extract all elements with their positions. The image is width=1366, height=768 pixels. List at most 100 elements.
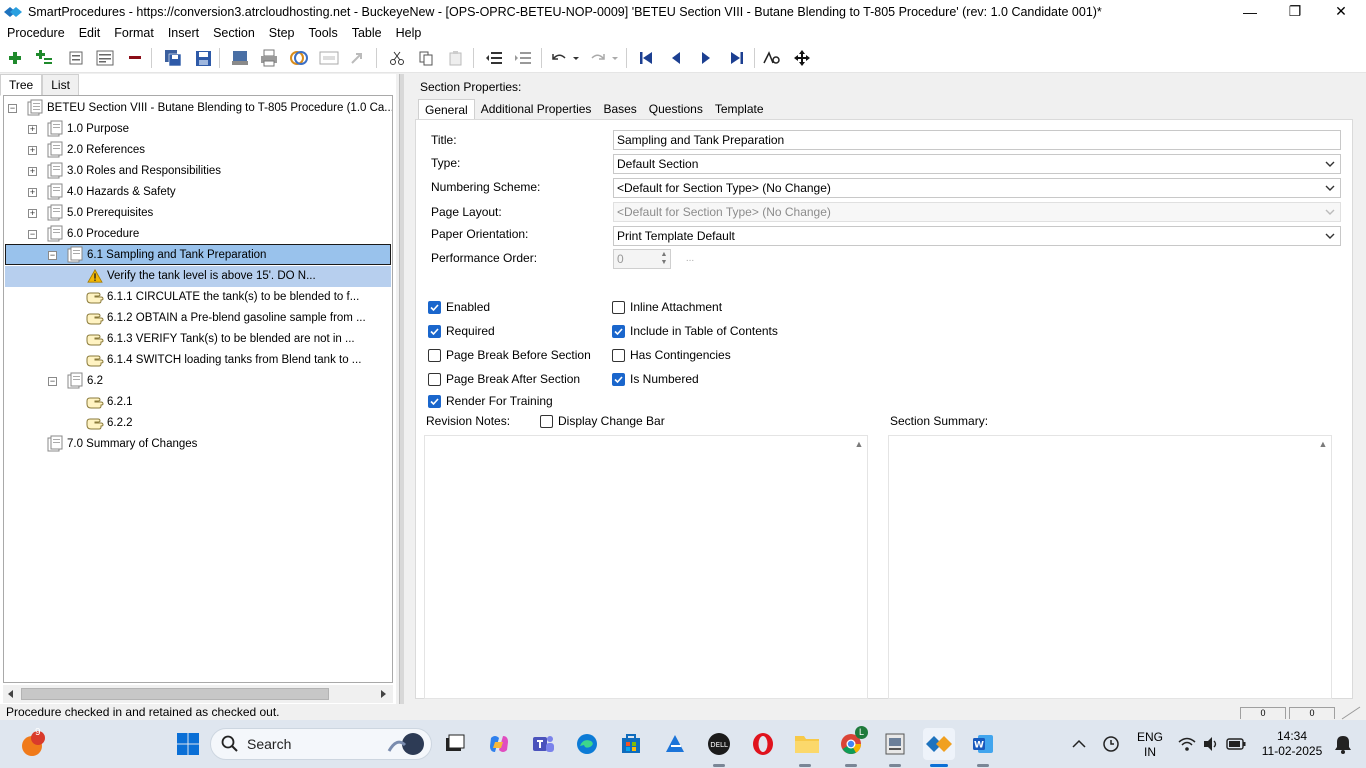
render-for-training-checkbox[interactable]: Render For Training xyxy=(428,394,553,408)
word-icon[interactable]: W xyxy=(967,728,999,760)
minimize-button[interactable]: — xyxy=(1227,0,1273,23)
widgets-icon[interactable]: 9 xyxy=(16,727,48,760)
file-explorer-icon[interactable] xyxy=(791,728,823,760)
inline-attachment-checkbox[interactable]: Inline Attachment xyxy=(612,300,722,314)
collapse-icon[interactable]: − xyxy=(48,250,57,260)
spin-up-icon[interactable]: ▲ xyxy=(659,251,669,259)
notification-center-icon[interactable] xyxy=(1334,734,1352,754)
smartprocedures-taskbar-icon[interactable] xyxy=(923,728,955,760)
tab-bases[interactable]: Bases xyxy=(597,99,642,120)
tree-item-selected[interactable]: − 6.1 Sampling and Tank Preparation xyxy=(48,245,266,265)
copilot-icon[interactable] xyxy=(483,728,515,760)
cut-icon[interactable] xyxy=(386,47,408,69)
tree-item[interactable]: 6.2.2 xyxy=(86,413,133,433)
menu-edit[interactable]: Edit xyxy=(72,26,108,40)
menu-procedure[interactable]: Procedure xyxy=(0,26,72,40)
last-icon[interactable] xyxy=(726,47,748,69)
wifi-icon[interactable] xyxy=(1178,736,1196,752)
restore-button[interactable]: ❐ xyxy=(1272,0,1318,23)
section-summary-textarea[interactable]: ▲ xyxy=(888,435,1332,699)
volume-icon[interactable] xyxy=(1202,736,1220,752)
dell-icon[interactable]: DELL xyxy=(703,728,735,760)
form-icon[interactable] xyxy=(318,47,340,69)
undo-icon[interactable] xyxy=(549,47,581,69)
menu-tools[interactable]: Tools xyxy=(302,26,345,40)
tree-item[interactable]: 6.1.3 VERIFY Tank(s) to be blended are n… xyxy=(86,329,355,349)
azure-icon[interactable] xyxy=(659,728,691,760)
tab-list[interactable]: List xyxy=(42,74,79,96)
collapse-icon[interactable]: − xyxy=(8,103,17,113)
tree-item[interactable]: 6.2.1 xyxy=(86,392,133,412)
page-break-after-checkbox[interactable]: Page Break After Section xyxy=(428,372,580,386)
scroll-up-icon[interactable]: ▲ xyxy=(1315,436,1331,452)
menu-insert[interactable]: Insert xyxy=(161,26,206,40)
sync-icon[interactable] xyxy=(1101,735,1121,753)
teams-icon[interactable] xyxy=(527,728,559,760)
expand-icon[interactable]: + xyxy=(28,187,37,197)
move-icon[interactable] xyxy=(791,47,813,69)
page-break-before-checkbox[interactable]: Page Break Before Section xyxy=(428,348,591,362)
tab-questions[interactable]: Questions xyxy=(643,99,709,120)
menu-format[interactable]: Format xyxy=(107,26,161,40)
outdent-icon[interactable] xyxy=(483,47,505,69)
save-all-icon[interactable] xyxy=(162,47,184,69)
battery-icon[interactable] xyxy=(1226,738,1246,750)
previous-icon[interactable] xyxy=(665,47,687,69)
task-view-icon[interactable] xyxy=(438,728,470,760)
list-detail-icon[interactable] xyxy=(94,47,116,69)
tree-item[interactable]: 6.1.1 CIRCULATE the tank(s) to be blende… xyxy=(86,287,359,307)
chrome-icon[interactable]: L xyxy=(835,726,868,760)
copy-icon[interactable] xyxy=(415,47,437,69)
tree-item[interactable]: + 4.0 Hazards & Safety xyxy=(28,182,176,202)
expand-icon[interactable]: + xyxy=(28,124,37,134)
required-checkbox[interactable]: Required xyxy=(428,324,495,338)
include-toc-checkbox[interactable]: Include in Table of Contents xyxy=(612,324,778,338)
print-icon[interactable] xyxy=(258,47,280,69)
taskbar-search[interactable]: Search xyxy=(210,728,432,760)
collapse-icon[interactable]: − xyxy=(28,229,37,239)
opera-icon[interactable] xyxy=(747,728,779,760)
close-button[interactable]: ✕ xyxy=(1318,0,1364,23)
menu-section[interactable]: Section xyxy=(206,26,262,40)
find-icon[interactable] xyxy=(761,47,783,69)
save-icon[interactable] xyxy=(192,47,214,69)
language-indicator[interactable]: ENG IN xyxy=(1134,730,1166,760)
tab-additional-properties[interactable]: Additional Properties xyxy=(475,99,598,120)
tree-item[interactable]: + 1.0 Purpose xyxy=(28,119,129,139)
tree-item[interactable]: + 3.0 Roles and Responsibilities xyxy=(28,161,221,181)
tree-item[interactable]: + 2.0 References xyxy=(28,140,145,160)
redo-icon[interactable] xyxy=(588,47,620,69)
display-change-bar-checkbox[interactable]: Display Change Bar xyxy=(540,414,665,428)
scrollbar-thumb[interactable] xyxy=(21,688,329,700)
paste-icon[interactable] xyxy=(445,47,467,69)
tab-tree[interactable]: Tree xyxy=(0,74,43,96)
menu-help[interactable]: Help xyxy=(389,26,429,40)
menu-step[interactable]: Step xyxy=(262,26,302,40)
type-select[interactable]: Default Section xyxy=(613,154,1341,174)
resize-grip-icon[interactable] xyxy=(1340,706,1362,720)
tray-chevron-up-icon[interactable] xyxy=(1072,739,1086,749)
browse-button[interactable]: ... xyxy=(681,253,699,267)
tree-root[interactable]: − BETEU Section VIII - Butane Blending t… xyxy=(8,98,392,118)
tree-item[interactable]: − 6.2 xyxy=(48,371,103,391)
spin-down-icon[interactable]: ▼ xyxy=(659,259,669,267)
expand-icon[interactable]: + xyxy=(28,208,37,218)
add-child-icon[interactable] xyxy=(33,47,55,69)
remote-desktop-icon[interactable] xyxy=(879,728,911,760)
checkin-icon[interactable] xyxy=(229,47,251,69)
redirect-icon[interactable] xyxy=(347,47,369,69)
next-icon[interactable] xyxy=(695,47,717,69)
add-icon[interactable] xyxy=(4,47,26,69)
horizontal-scrollbar[interactable] xyxy=(3,685,393,703)
start-icon[interactable] xyxy=(172,728,204,760)
clock[interactable]: 14:34 11-02-2025 xyxy=(1254,729,1330,759)
store-icon[interactable] xyxy=(615,728,647,760)
remove-icon[interactable] xyxy=(124,47,146,69)
performance-order-stepper[interactable]: 0 ▲ ▼ xyxy=(613,249,671,269)
tab-template[interactable]: Template xyxy=(709,99,770,120)
scroll-up-icon[interactable]: ▲ xyxy=(851,436,867,452)
tree-item[interactable]: + 5.0 Prerequisites xyxy=(28,203,153,223)
tab-general[interactable]: General xyxy=(418,99,475,120)
first-icon[interactable] xyxy=(635,47,657,69)
tree-item[interactable]: 6.1.4 SWITCH loading tanks from Blend ta… xyxy=(86,350,361,370)
